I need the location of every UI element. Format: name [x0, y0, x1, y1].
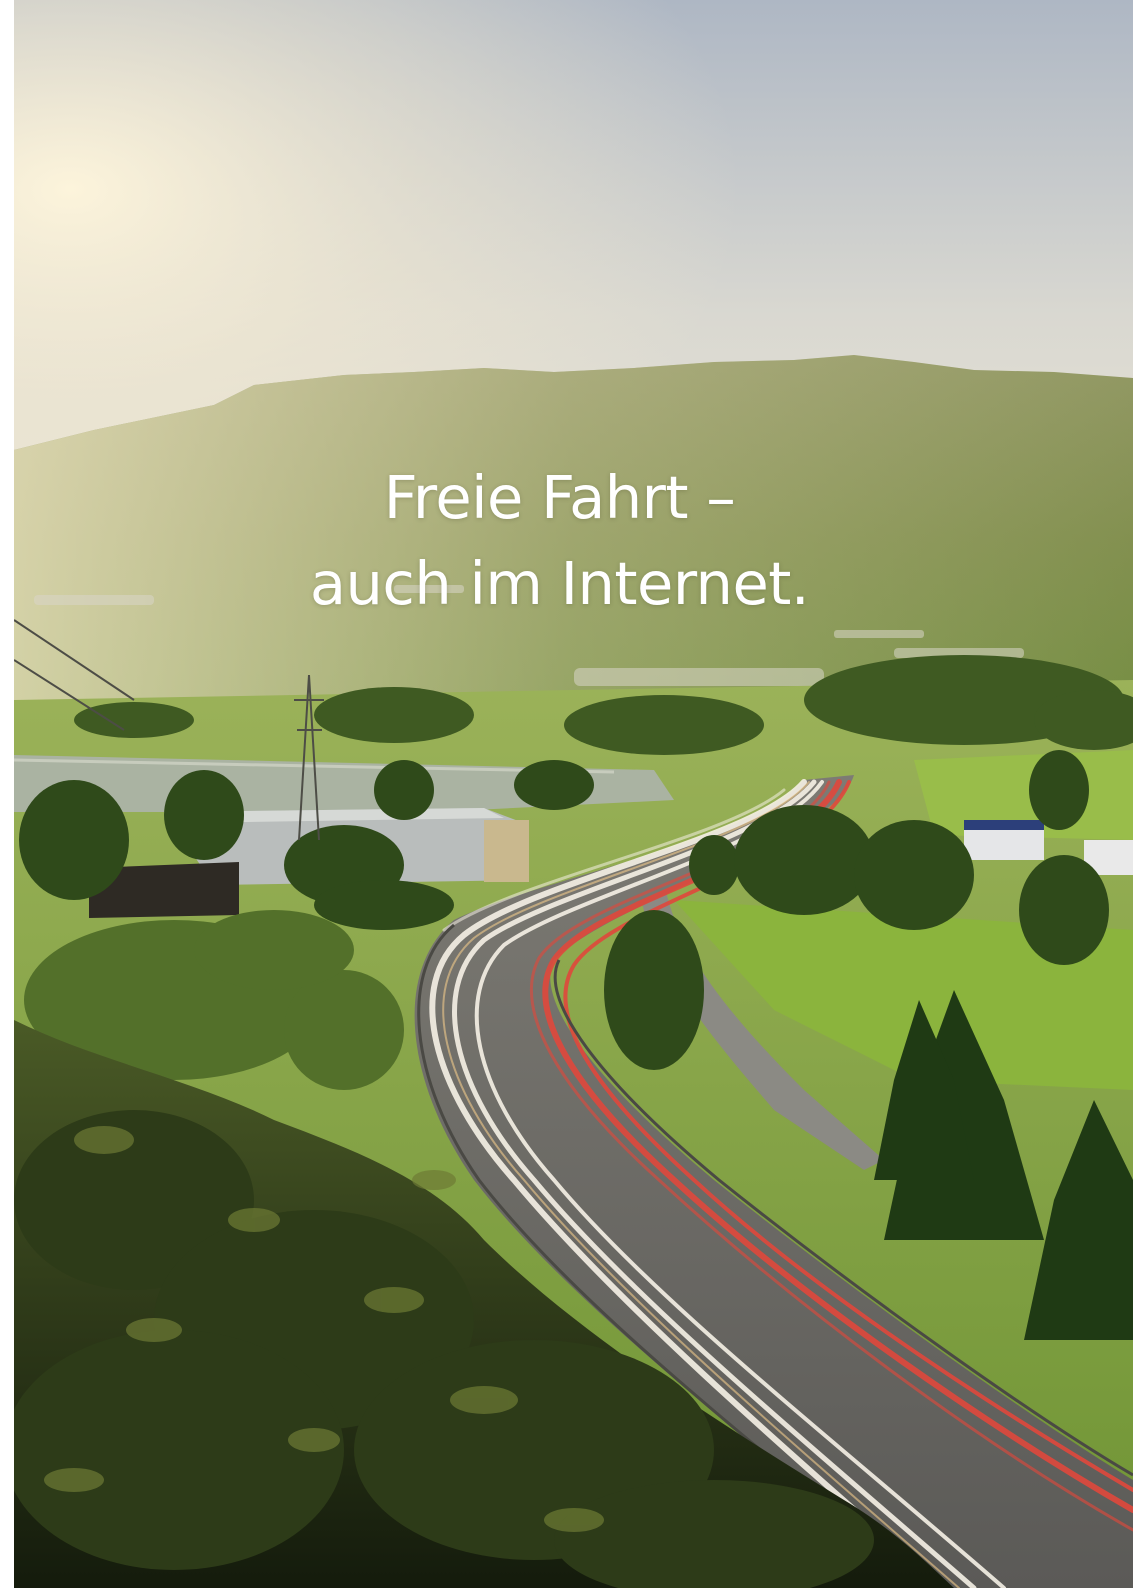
headline: Freie Fahrt – auch im Internet.	[14, 455, 1105, 627]
hero-photo-highway-landscape	[14, 0, 1133, 1588]
headline-line-1: Freie Fahrt –	[383, 463, 736, 532]
headline-line-2: auch im Internet.	[309, 549, 810, 618]
